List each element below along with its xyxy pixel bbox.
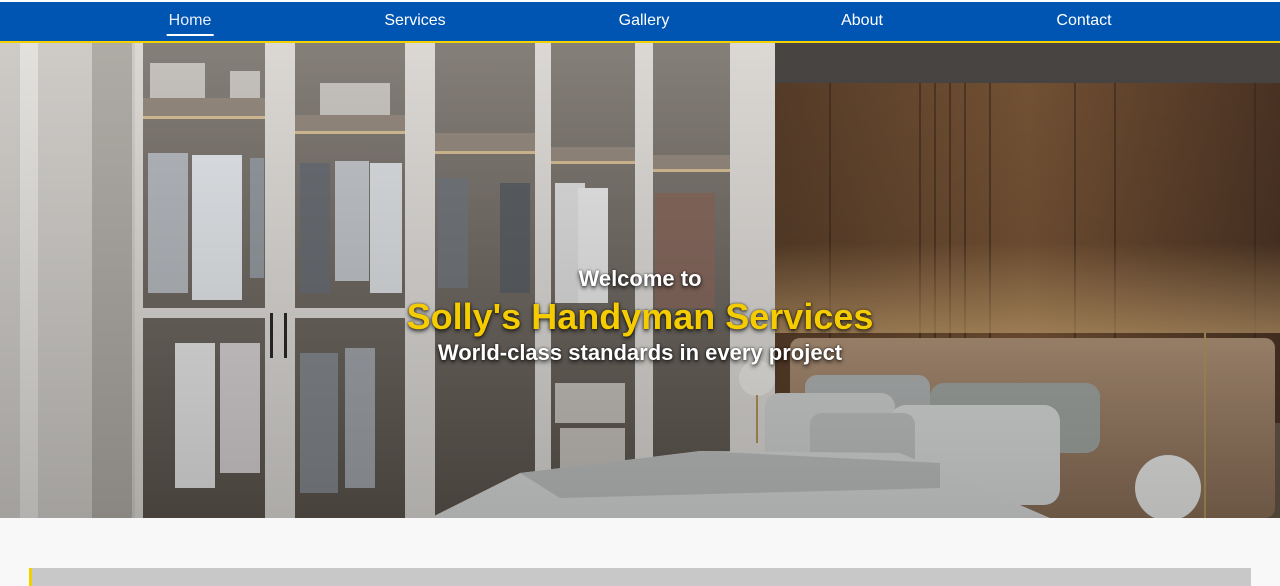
nav-contact-link[interactable]: Contact [1056, 2, 1111, 43]
nav-services-link[interactable]: Services [384, 2, 445, 43]
content-panel [29, 568, 1251, 586]
hero-subtitle: World-class standards in every project [437, 340, 843, 365]
content-section [0, 518, 1280, 586]
nav-home-link[interactable]: Home [166, 2, 214, 43]
hero-section: Welcome to Solly's Handyman Services Wor… [0, 43, 1280, 518]
main-navigation: Home Services Gallery About Contact [0, 0, 1280, 43]
hero-welcome-text: Welcome to [578, 266, 702, 291]
nav-gallery-link[interactable]: Gallery [619, 2, 670, 43]
hero-title: Solly's Handyman Services [406, 296, 874, 337]
nav-about-link[interactable]: About [841, 2, 883, 43]
